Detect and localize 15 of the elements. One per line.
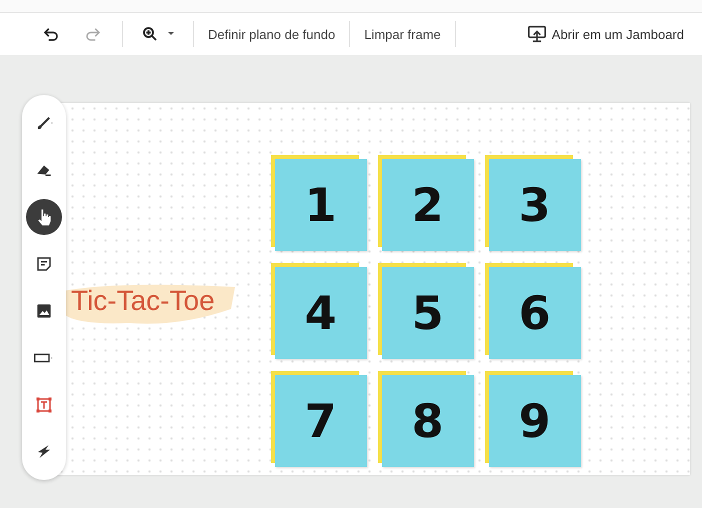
open-jamboard-button[interactable]: Abrir em um Jamboard	[520, 19, 690, 49]
sticky-note-icon	[35, 255, 53, 273]
select-tool[interactable]	[26, 199, 62, 235]
zoom-in-icon	[141, 25, 159, 43]
toolbar-button[interactable]: Definir plano de fundo	[202, 20, 342, 48]
caret-icon	[167, 31, 175, 37]
rectangle-icon	[34, 351, 54, 365]
board-title: Tic-Tac-Toe	[71, 285, 215, 316]
image-icon	[36, 303, 52, 319]
pen-icon	[35, 114, 53, 132]
toolbar-button[interactable]: Limpar frame	[358, 20, 447, 48]
undo-icon	[42, 25, 60, 43]
monitor-upload-icon	[526, 25, 547, 43]
redo-icon	[84, 25, 102, 43]
text-box-icon	[35, 396, 53, 414]
